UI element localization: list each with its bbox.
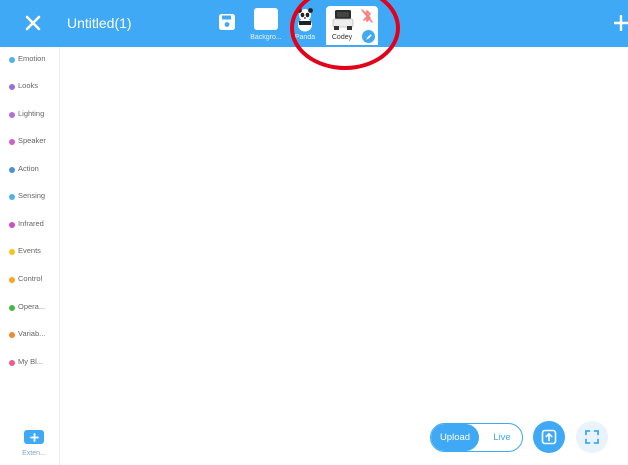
close-icon (25, 15, 41, 31)
category-dot (9, 305, 15, 311)
category-looks[interactable]: Looks (0, 77, 60, 97)
category-label: My Bl... (18, 357, 44, 366)
close-button[interactable] (20, 10, 46, 36)
category-dot (9, 112, 15, 118)
category-label: Infrared (18, 219, 44, 228)
category-label: Variab... (18, 329, 46, 338)
upload-icon (541, 429, 557, 445)
category-lighting[interactable]: Lighting (0, 105, 60, 125)
category-events[interactable]: Events (0, 242, 60, 262)
extensions-label: Exten... (22, 450, 46, 457)
category-infrared[interactable]: Infrared (0, 215, 60, 235)
mode-toggle[interactable]: Upload Live (430, 423, 523, 452)
edit-sprite-button[interactable] (362, 30, 375, 43)
sprite-tab-background[interactable]: Backgro... (248, 5, 284, 43)
category-dot (9, 84, 15, 90)
block-category-sidebar: Emotion Looks Lighting Speaker Action Se… (0, 47, 60, 465)
codey-robot-icon (332, 10, 354, 30)
save-icon (219, 14, 235, 30)
save-button[interactable] (218, 13, 236, 31)
category-dot (9, 360, 15, 366)
category-dot (9, 249, 15, 255)
add-sprite-button[interactable] (609, 12, 628, 34)
category-dot (9, 194, 15, 200)
fullscreen-button[interactable] (576, 421, 608, 453)
extensions-button[interactable] (24, 430, 44, 444)
plus-icon (29, 432, 39, 442)
category-label: Looks (18, 81, 39, 90)
category-label: Opera... (18, 302, 46, 311)
upload-mode-button[interactable]: Upload (431, 424, 479, 451)
category-dot (9, 139, 15, 145)
sprite-tab-panda[interactable]: Panda (287, 5, 323, 43)
sprite-label: Codey (331, 34, 353, 41)
category-label: Speaker (18, 136, 46, 145)
category-speaker[interactable]: Speaker (0, 132, 60, 152)
category-dot (9, 277, 15, 283)
panda-icon (297, 8, 313, 32)
category-dot (9, 167, 15, 173)
background-thumbnail (254, 8, 278, 30)
sprite-label: Panda (294, 34, 316, 41)
category-label: Sensing (18, 191, 46, 200)
top-bar: Untitled(1) Backgro... Panda Codey (0, 0, 628, 47)
category-sensing[interactable]: Sensing (0, 187, 60, 207)
upload-to-device-button[interactable] (533, 421, 565, 453)
category-emotion[interactable]: Emotion (0, 50, 60, 70)
fullscreen-icon (585, 430, 599, 444)
bluetooth-disconnected-icon[interactable] (361, 9, 373, 23)
category-variables[interactable]: Variab... (0, 325, 60, 345)
category-action[interactable]: Action (0, 160, 60, 180)
category-my-blocks[interactable]: My Bl... (0, 353, 60, 373)
category-control[interactable]: Control (0, 270, 60, 290)
plus-icon (614, 15, 628, 31)
category-label: Control (18, 274, 43, 283)
sprite-tab-codey[interactable]: Codey (326, 6, 378, 45)
project-title[interactable]: Untitled(1) (67, 15, 132, 31)
category-dot (9, 222, 15, 228)
category-label: Action (18, 164, 39, 173)
pencil-icon (366, 33, 372, 39)
category-dot (9, 332, 15, 338)
category-label: Events (18, 246, 41, 255)
category-dot (9, 57, 15, 63)
sprite-label: Backgro... (250, 34, 282, 41)
category-operators[interactable]: Opera... (0, 298, 60, 318)
category-label: Lighting (18, 109, 45, 118)
category-label: Emotion (18, 54, 46, 63)
live-mode-button[interactable]: Live (481, 424, 522, 451)
